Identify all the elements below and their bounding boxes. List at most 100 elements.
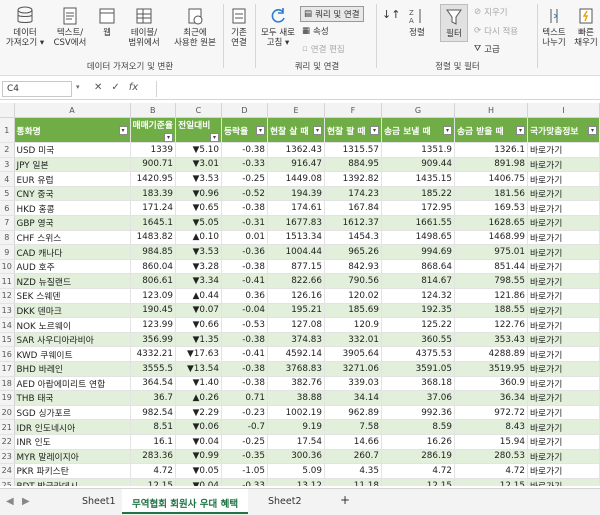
table-cell[interactable]: 37.06 xyxy=(381,390,455,406)
table-cell[interactable]: 13.12 xyxy=(267,478,325,486)
row-header[interactable]: 23 xyxy=(0,449,15,465)
table-cell[interactable]: 바로가기 xyxy=(527,215,600,231)
table-cell[interactable]: 바로가기 xyxy=(527,434,600,450)
table-cell[interactable]: ▼0.06 xyxy=(175,419,222,435)
table-cell[interactable]: ▼0.04 xyxy=(175,478,222,486)
table-cell[interactable]: PKR 파키스탄 xyxy=(14,463,131,479)
table-header-cell[interactable]: 현찰 살 때 ▾ xyxy=(267,117,325,144)
table-cell[interactable]: ▼0.05 xyxy=(175,463,222,479)
table-cell[interactable]: CHF 스위스 xyxy=(14,230,131,246)
table-cell[interactable]: 992.36 xyxy=(381,405,455,421)
table-cell[interactable]: JPY 일본 xyxy=(14,157,131,173)
table-cell[interactable]: -0.38 xyxy=(221,376,268,392)
row-header[interactable]: 17 xyxy=(0,361,15,377)
table-cell[interactable]: HKD 홍콩 xyxy=(14,200,131,217)
table-cell[interactable]: ▼5.05 xyxy=(175,215,222,231)
table-cell[interactable]: 962.89 xyxy=(324,405,382,421)
table-cell[interactable]: 814.67 xyxy=(381,273,455,290)
table-cell[interactable]: 121.86 xyxy=(454,288,528,304)
table-cell[interactable]: SGD 싱가포르 xyxy=(14,405,131,421)
table-cell[interactable]: 286.19 xyxy=(381,449,455,465)
table-cell[interactable]: 바로가기 xyxy=(527,317,600,333)
table-cell[interactable]: 9.19 xyxy=(267,419,325,435)
table-cell[interactable]: 1449.08 xyxy=(267,171,325,187)
table-cell[interactable]: ▼0.65 xyxy=(175,200,222,217)
name-box[interactable]: C4 xyxy=(2,81,72,97)
table-cell[interactable]: 4.35 xyxy=(324,463,382,479)
table-cell[interactable]: 바로가기 xyxy=(527,463,600,479)
table-cell[interactable]: 바로가기 xyxy=(527,390,600,406)
filter-dropdown-icon[interactable]: ▾ xyxy=(312,125,322,135)
table-cell[interactable]: 260.7 xyxy=(324,449,382,465)
table-cell[interactable]: 185.22 xyxy=(381,186,455,202)
table-cell[interactable]: 36.34 xyxy=(454,390,528,406)
table-cell[interactable]: 1004.44 xyxy=(267,244,325,260)
table-cell[interactable]: ▼0.96 xyxy=(175,186,222,202)
table-cell[interactable]: ▼0.07 xyxy=(175,303,222,319)
row-header[interactable]: 11 xyxy=(0,273,15,290)
table-cell[interactable]: 1392.82 xyxy=(324,171,382,187)
row-header[interactable]: 8 xyxy=(0,230,15,246)
table-cell[interactable]: 972.72 xyxy=(454,405,528,421)
table-range-button[interactable]: 테이블/ 범위에서 xyxy=(122,6,166,48)
table-cell[interactable]: 982.54 xyxy=(130,405,176,421)
table-cell[interactable]: 1628.65 xyxy=(454,215,528,231)
row-header[interactable]: 1 xyxy=(0,117,15,144)
row-header[interactable]: 12 xyxy=(0,288,15,304)
table-cell[interactable]: 283.36 xyxy=(130,449,176,465)
table-cell[interactable]: SAR 사우디아라비아 xyxy=(14,332,131,348)
table-cell[interactable]: -0.25 xyxy=(221,434,268,450)
table-cell[interactable]: 120.9 xyxy=(324,317,382,333)
table-cell[interactable]: AED 아랍에미리트 연합 xyxy=(14,376,131,392)
select-all-corner[interactable] xyxy=(0,103,15,119)
recent-sources-button[interactable]: 최근에 사용한 원본 xyxy=(170,6,220,48)
table-cell[interactable]: ▲0.10 xyxy=(175,230,222,246)
table-cell[interactable]: 17.54 xyxy=(267,434,325,450)
table-header-cell[interactable]: 송금 받을 때 ▾ xyxy=(454,117,528,144)
table-cell[interactable]: 1661.55 xyxy=(381,215,455,231)
table-cell[interactable]: -0.41 xyxy=(221,346,268,362)
filter-dropdown-icon[interactable]: ▾ xyxy=(587,125,597,135)
table-cell[interactable]: 1339 xyxy=(130,142,176,158)
table-cell[interactable]: -0.52 xyxy=(221,186,268,202)
table-cell[interactable]: 7.58 xyxy=(324,419,382,435)
column-header[interactable]: I xyxy=(527,103,600,119)
table-cell[interactable]: 3768.83 xyxy=(267,361,325,377)
table-cell[interactable]: 1483.82 xyxy=(130,230,176,246)
properties-button[interactable]: ▦ 속성 xyxy=(302,25,329,37)
table-cell[interactable]: 4.72 xyxy=(381,463,455,479)
table-cell[interactable]: 4332.21 xyxy=(130,346,176,362)
table-cell[interactable]: 123.99 xyxy=(130,317,176,333)
table-cell[interactable]: 1468.99 xyxy=(454,230,528,246)
table-cell[interactable]: MYR 말레이지아 xyxy=(14,449,131,465)
table-cell[interactable]: 965.26 xyxy=(324,244,382,260)
table-cell[interactable]: 183.39 xyxy=(130,186,176,202)
row-header[interactable]: 16 xyxy=(0,346,15,362)
table-cell[interactable]: ▼13.54 xyxy=(175,361,222,377)
sheet-tab-sheet1[interactable]: Sheet1 xyxy=(72,489,126,514)
table-cell[interactable]: 360.55 xyxy=(381,332,455,348)
table-cell[interactable]: NZD 뉴질랜드 xyxy=(14,273,131,290)
reapply-button[interactable]: ⟳ 다시 적용 xyxy=(474,25,518,37)
table-cell[interactable]: 4.72 xyxy=(130,463,176,479)
table-cell[interactable]: -0.38 xyxy=(221,142,268,158)
table-cell[interactable]: ▼5.10 xyxy=(175,142,222,158)
formula-input[interactable] xyxy=(156,81,596,97)
table-cell[interactable]: 1315.57 xyxy=(324,142,382,158)
table-cell[interactable]: 190.45 xyxy=(130,303,176,319)
table-cell[interactable]: 1513.34 xyxy=(267,230,325,246)
table-cell[interactable]: ▼1.40 xyxy=(175,376,222,392)
table-cell[interactable]: 바로가기 xyxy=(527,244,600,260)
row-header[interactable]: 15 xyxy=(0,332,15,348)
table-cell[interactable]: -1.05 xyxy=(221,463,268,479)
table-cell[interactable]: 1362.43 xyxy=(267,142,325,158)
table-header-cell[interactable]: 매매기준율 ▾ xyxy=(130,117,176,144)
table-cell[interactable]: 바로가기 xyxy=(527,142,600,158)
table-cell[interactable]: 356.99 xyxy=(130,332,176,348)
table-cell[interactable]: 120.02 xyxy=(324,288,382,304)
table-cell[interactable]: ▼3.53 xyxy=(175,171,222,187)
table-cell[interactable]: 12.15 xyxy=(381,478,455,486)
table-cell[interactable]: 3591.05 xyxy=(381,361,455,377)
clear-filter-button[interactable]: ⊘ 지우기 xyxy=(474,6,508,18)
table-cell[interactable]: IDR 인도네시아 xyxy=(14,419,131,435)
